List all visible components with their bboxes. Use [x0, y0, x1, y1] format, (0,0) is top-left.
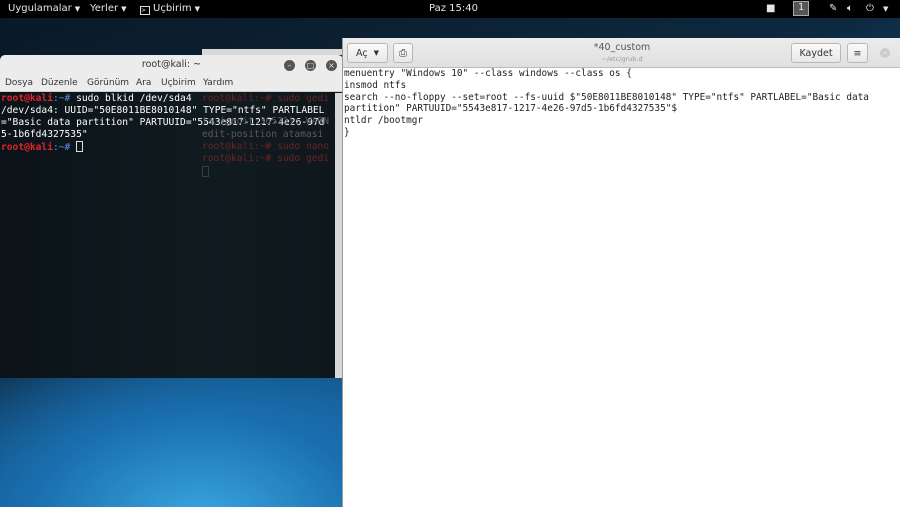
chevron-down-icon: ▼ [194, 5, 200, 13]
applications-menu[interactable]: Uygulamalar ▼ [8, 3, 80, 14]
menu-gorunum[interactable]: Görünüm [87, 78, 129, 88]
chevron-down-icon: ▼ [121, 5, 127, 13]
prompt-path: :~# [52, 142, 77, 153]
prompt-user: root@kali [1, 142, 53, 153]
maximize-icon[interactable]: □ [305, 60, 316, 71]
clock[interactable]: Paz 15:40 [429, 3, 478, 14]
terminal-output[interactable]: root@kali:~# sudo blkid /dev/sda4 /dev/s… [1, 93, 324, 154]
prompt-user: root@kali [1, 93, 53, 104]
save-button[interactable]: Kaydet [791, 43, 841, 63]
output-line: /dev/sda4: UUID="50E8011BE8010148" TYPE=… [1, 105, 325, 116]
bg-terminal-line: root@kali:~# sudo gedi [202, 153, 330, 164]
output-line: ="Basic data partition" PARTUUID="5543e8… [1, 117, 325, 128]
bg-terminal-cursor [202, 166, 209, 177]
code-line: ntldr /bootmgr [344, 115, 424, 127]
places-menu[interactable]: Yerler ▼ [90, 3, 126, 14]
prompt-path: :~# [52, 93, 77, 104]
menu-ucbirim[interactable]: Uçbirim [161, 78, 196, 88]
places-label: Yerler [90, 3, 119, 14]
gedit-window[interactable]: Aç ▼ ⎙ *40_custom ~/etc/grub.d Kaydet ≡ –… [342, 38, 900, 507]
pen-icon[interactable]: ✎ [829, 3, 837, 14]
code-line: insmod ntfs [344, 79, 407, 91]
menu-yardim[interactable]: Yardım [203, 78, 233, 88]
chevron-down-icon: ▼ [74, 5, 81, 13]
terminal-window[interactable]: root@kali: ~ Dosya Düzenle Görünüm Ara U… [0, 55, 343, 378]
menu-duzenle[interactable]: Düzenle [41, 78, 78, 88]
code-line: partition" PARTUUID="5543e817-1217-4e26-… [344, 103, 678, 115]
gedit-headerbar: Aç ▼ ⎙ *40_custom ~/etc/grub.d Kaydet ≡ – [343, 38, 900, 68]
close-icon[interactable]: × [326, 60, 337, 71]
volume-icon[interactable]: 🔈︎ [847, 3, 853, 14]
video-icon[interactable]: ■ [766, 3, 775, 14]
code-line: menuentry "Windows 10" --class windows -… [344, 68, 632, 79]
cursor [76, 141, 84, 152]
minimize-icon[interactable]: – [880, 48, 890, 58]
terminal-menubar: Dosya Düzenle Görünüm Ara Uçbirim Yardım [0, 75, 343, 92]
code-line: search --no-floppy --set=root --fs-uuid … [344, 91, 869, 103]
command-text: sudo blkid /dev/sda4 [76, 93, 192, 104]
minimize-icon[interactable]: – [284, 60, 295, 71]
output-line: 5-1b6fd4327535" [1, 129, 88, 140]
editor-text[interactable]: menuentry "Windows 10" --class windows -… [344, 68, 869, 139]
code-line: } [344, 126, 350, 138]
applications-label: Uygulamalar [8, 3, 72, 14]
system-menu-chevron-icon[interactable]: ▼ [883, 5, 888, 13]
workspace-indicator[interactable]: 1 [793, 1, 810, 16]
terminal-menu[interactable]: > Uçbirim ▼ [140, 3, 200, 15]
menu-ara[interactable]: Ara [136, 78, 151, 88]
menu-dosya[interactable]: Dosya [5, 78, 33, 88]
power-icon[interactable]: ⏻ [866, 3, 874, 14]
hamburger-menu-icon[interactable]: ≡ [847, 43, 868, 63]
terminal-label: Uçbirim [153, 3, 192, 14]
top-panel: Uygulamalar ▼ Yerler ▼ > Uçbirim ▼ Paz 15:40… [0, 0, 900, 18]
terminal-icon: > [140, 6, 150, 15]
